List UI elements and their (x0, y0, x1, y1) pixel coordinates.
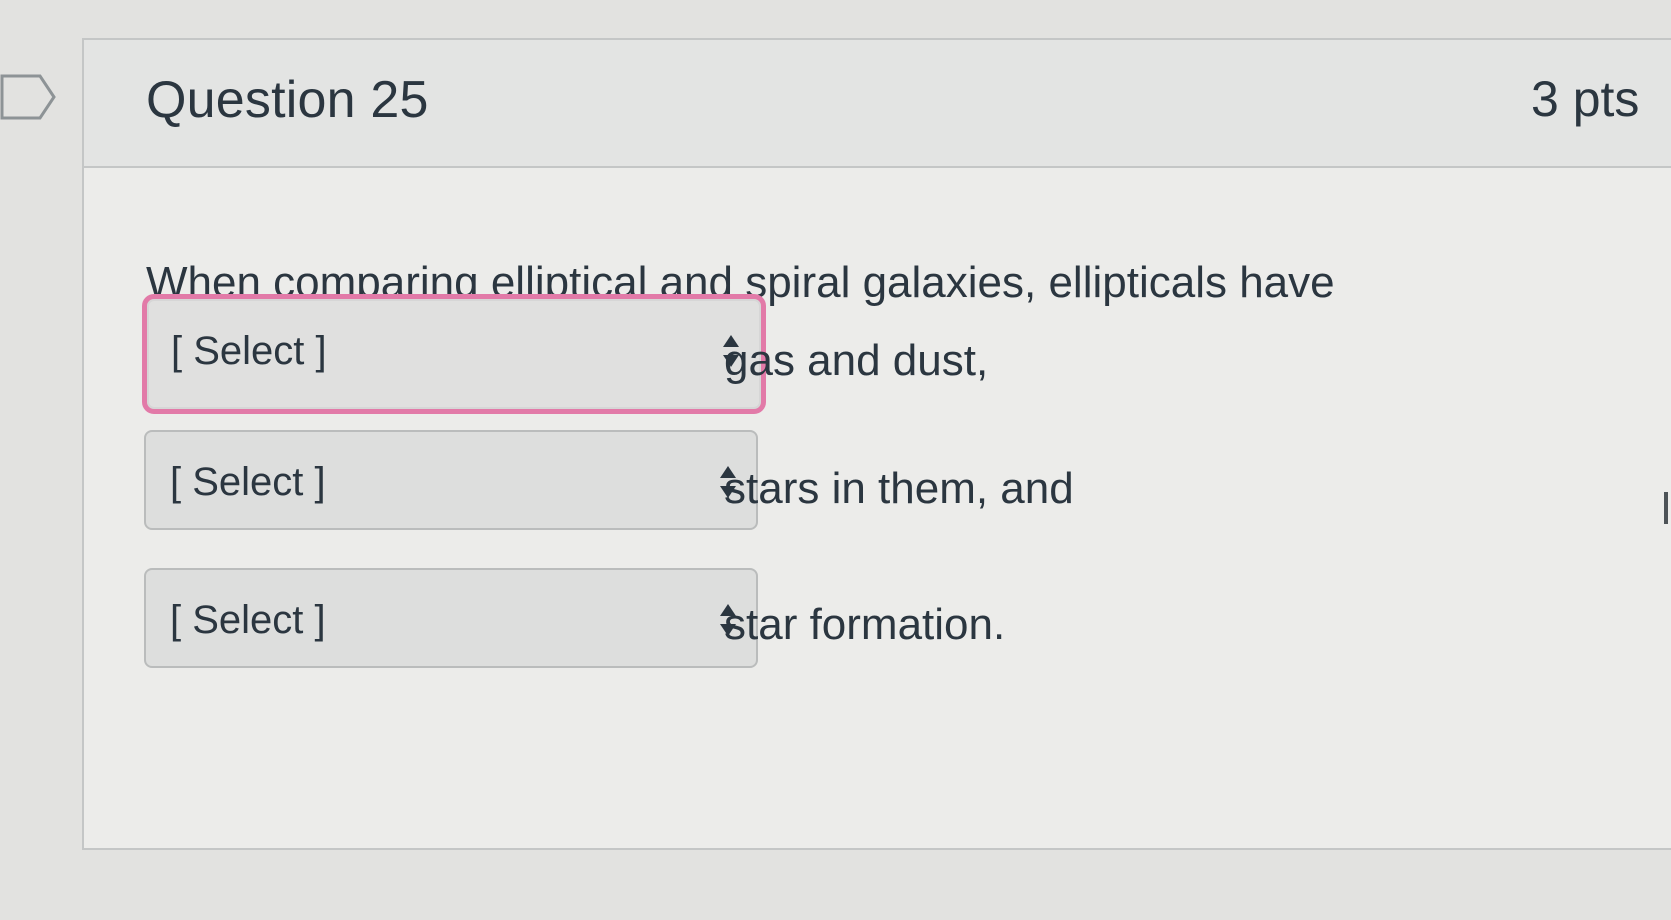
bookmark-flag-icon[interactable] (0, 74, 56, 120)
question-title: Question 25 (146, 71, 429, 129)
blank-1-select[interactable]: [ Select ] (142, 294, 766, 414)
blank-1-select-value: [ Select ] (171, 329, 327, 373)
question-points: 3 pts (1531, 71, 1640, 127)
blank-2-after-text: stars in them, and (724, 464, 1074, 513)
question-header: Question 25 3 pts (84, 40, 1671, 168)
blank-1-after-text: gas and dust, (724, 336, 989, 385)
blank-2-select[interactable]: [ Select ] (144, 430, 758, 530)
blank-2-select-value: [ Select ] (170, 460, 326, 504)
blank-3-select-value: [ Select ] (170, 598, 326, 642)
blank-3-after-text: star formation. (724, 600, 1006, 649)
blank-3-select[interactable]: [ Select ] (144, 568, 758, 668)
scrollbar-edge (1664, 492, 1668, 524)
question-card: Question 25 3 pts When comparing ellipti… (82, 38, 1671, 850)
